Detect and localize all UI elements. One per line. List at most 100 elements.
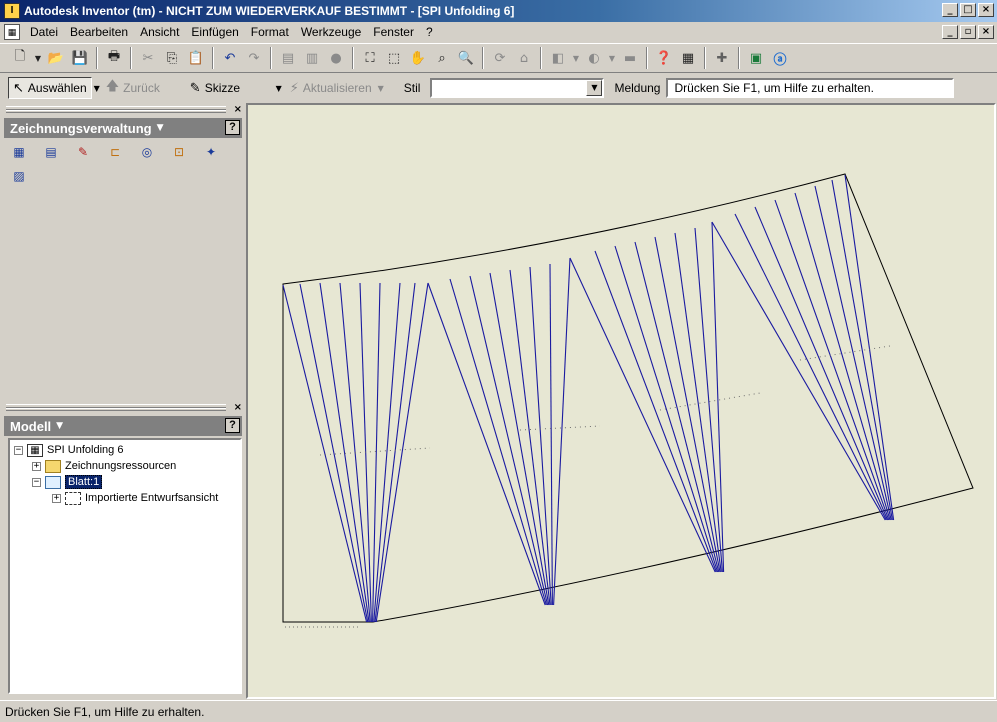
- calc-icon[interactable]: ▦: [677, 47, 699, 69]
- params-icon[interactable]: ▥: [301, 47, 323, 69]
- menu-format[interactable]: Format: [245, 23, 295, 41]
- message-field: Drücken Sie F1, um Hilfe zu erhalten.: [666, 78, 955, 98]
- open-icon[interactable]: 📂: [45, 47, 67, 69]
- select-label: Auswählen: [27, 81, 87, 95]
- select-dropdown[interactable]: ▼: [92, 77, 102, 99]
- status-bar: Drücken Sie F1, um Hilfe zu erhalten.: [0, 700, 997, 722]
- model-panel-header[interactable]: Modell ▼ ?: [4, 416, 242, 436]
- doc-close-button[interactable]: ×: [978, 25, 994, 39]
- panel-icon[interactable]: ▣: [745, 47, 767, 69]
- paste-icon[interactable]: 📋: [185, 47, 207, 69]
- tree-item-label: SPI Unfolding 6: [47, 444, 124, 456]
- props-icon[interactable]: ▤: [277, 47, 299, 69]
- chevron-down-icon: ▼: [93, 83, 100, 93]
- tree-item-imported-view[interactable]: + Importierte Entwurfsansicht: [52, 490, 218, 506]
- collapse-icon[interactable]: −: [14, 445, 23, 455]
- chevron-down-icon[interactable]: ▼: [157, 123, 164, 133]
- chevron-down-icon[interactable]: ▼: [56, 421, 63, 431]
- copy-icon[interactable]: ⎘: [161, 47, 183, 69]
- menu-help[interactable]: ?: [420, 23, 439, 41]
- menu-datei[interactable]: Datei: [24, 23, 64, 41]
- graphics-window[interactable]: [246, 103, 996, 699]
- select-button[interactable]: ↖ Auswählen: [8, 77, 92, 99]
- sphere-icon[interactable]: ●: [325, 47, 347, 69]
- fold-line: [372, 282, 381, 623]
- new-icon[interactable]: 🗋: [9, 47, 31, 69]
- close-icon[interactable]: ×: [234, 104, 242, 115]
- update-button[interactable]: ⚡ Aktualisieren ▼: [286, 77, 388, 99]
- zoom-select-icon[interactable]: 🔍: [455, 47, 477, 69]
- menu-einfuegen[interactable]: Einfügen: [185, 23, 244, 41]
- projected-view-icon[interactable]: ▤: [42, 144, 60, 160]
- expand-icon[interactable]: +: [32, 461, 41, 471]
- menu-bar: ▦ Datei Bearbeiten Ansicht Einfügen Form…: [0, 22, 997, 42]
- fold-line: [634, 241, 720, 573]
- close-icon[interactable]: ×: [234, 402, 242, 413]
- title-bar[interactable]: I Autodesk Inventor (tm) - NICHT ZUM WIE…: [0, 0, 997, 22]
- lightning-icon: ⚡: [289, 80, 299, 96]
- pan-icon[interactable]: ✋: [407, 47, 429, 69]
- zoom-icon[interactable]: ⌕: [431, 47, 453, 69]
- sheet-icon[interactable]: ▨: [10, 168, 28, 184]
- back-button[interactable]: 🡅 Zurück: [102, 77, 186, 99]
- fold-line: [549, 263, 553, 606]
- zoom-all-icon[interactable]: ⛶: [359, 47, 381, 69]
- document-icon[interactable]: ▦: [4, 24, 20, 40]
- model-help-button[interactable]: ?: [225, 418, 240, 433]
- look-at-icon[interactable]: ⌂: [513, 47, 535, 69]
- measure-dropdown-icon[interactable]: ▼: [607, 47, 617, 69]
- autodesk-icon[interactable]: ⓐ: [769, 47, 791, 69]
- plus-icon[interactable]: ✚: [711, 47, 733, 69]
- unfolding-drawing: [282, 173, 974, 628]
- chevron-down-icon[interactable]: ▼: [586, 80, 603, 96]
- cut-icon[interactable]: ✂: [137, 47, 159, 69]
- auxiliary-view-icon[interactable]: ✎: [74, 144, 92, 160]
- section-view-icon[interactable]: ⊏: [106, 144, 124, 160]
- doc-restore-button[interactable]: ▫: [960, 25, 976, 39]
- shade-icon[interactable]: ◧: [547, 47, 569, 69]
- menu-ansicht[interactable]: Ansicht: [134, 23, 185, 41]
- menu-bearbeiten[interactable]: Bearbeiten: [64, 23, 134, 41]
- menu-werkzeuge[interactable]: Werkzeuge: [295, 23, 367, 41]
- broken-view-icon[interactable]: ⊡: [170, 144, 188, 160]
- tree-item-resources[interactable]: + Zeichnungsressourcen: [32, 458, 176, 474]
- menu-fenster[interactable]: Fenster: [367, 23, 420, 41]
- section-icon[interactable]: ▬: [619, 47, 641, 69]
- help-icon[interactable]: ❓: [653, 47, 675, 69]
- measure-icon[interactable]: ◐: [583, 47, 605, 69]
- fold-line: [373, 282, 401, 623]
- display-icon[interactable]: ▼: [571, 47, 581, 69]
- print-icon[interactable]: 🖶: [103, 47, 125, 69]
- drawing-help-button[interactable]: ?: [225, 120, 240, 135]
- status-text: Drücken Sie F1, um Hilfe zu erhalten.: [5, 704, 205, 719]
- drawing-panel-header[interactable]: Zeichnungsverwaltung ▼ ?: [4, 118, 242, 138]
- fold-line: [282, 284, 368, 623]
- undo-icon[interactable]: ↶: [219, 47, 241, 69]
- close-button[interactable]: ×: [978, 3, 994, 17]
- fold-line: [529, 266, 552, 606]
- rotate-icon[interactable]: ⟳: [489, 47, 511, 69]
- redo-icon[interactable]: ↷: [243, 47, 265, 69]
- tree-item-sheet[interactable]: − Blatt:1: [32, 474, 103, 490]
- doc-minimize-button[interactable]: _: [942, 25, 958, 39]
- fold-line: [469, 275, 549, 606]
- collapse-icon[interactable]: −: [32, 477, 41, 487]
- maximize-button[interactable]: □: [960, 3, 976, 17]
- chevron-down-icon: ▼: [275, 83, 282, 93]
- zoom-window-icon[interactable]: ⬚: [383, 47, 405, 69]
- save-icon[interactable]: 💾: [69, 47, 91, 69]
- expand-icon[interactable]: +: [52, 493, 61, 503]
- style-combo[interactable]: ▼: [430, 78, 605, 98]
- model-tree[interactable]: − ▦ SPI Unfolding 6 + Zeichnungsressourc…: [8, 438, 242, 694]
- draft-view-icon[interactable]: ✦: [202, 144, 220, 160]
- fold-line: [374, 282, 416, 623]
- sketch-button[interactable]: ✎ Skizze ▼: [186, 77, 286, 99]
- drawing-manager-panel: × Zeichnungsverwaltung ▼ ? ▦ ▤ ✎ ⊏ ◎ ⊡ ✦…: [2, 104, 244, 400]
- detail-view-icon[interactable]: ◎: [138, 144, 156, 160]
- new-dropdown-icon[interactable]: ▼: [33, 47, 43, 69]
- minimize-button[interactable]: _: [942, 3, 958, 17]
- inventor-app-icon[interactable]: I: [4, 3, 20, 19]
- tree-item-drawing[interactable]: − ▦ SPI Unfolding 6: [14, 442, 123, 458]
- chevron-down-icon: ▼: [377, 83, 384, 93]
- base-view-icon[interactable]: ▦: [10, 144, 28, 160]
